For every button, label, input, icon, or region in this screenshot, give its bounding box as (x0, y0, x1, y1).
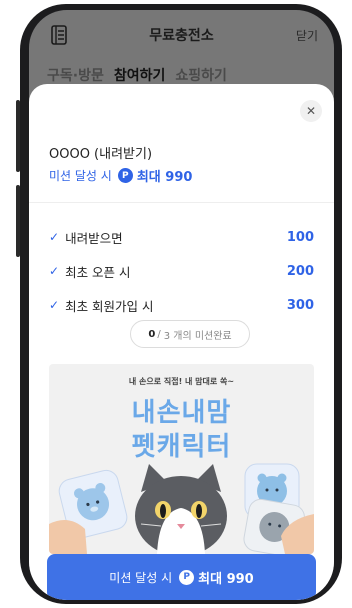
volume-down-button (16, 185, 20, 257)
mission-progress-badge: 0 / 3 개의 미션완료 (130, 320, 250, 348)
reward-prefix: 미션 달성 시 (49, 169, 112, 183)
tab-subscribe-visit[interactable]: 구독·방문 (47, 65, 104, 85)
missions-total-text: 3 개의 미션완료 (163, 330, 232, 342)
app-name: OOOO (내려받기) (49, 147, 153, 162)
check-icon: ✓ (49, 298, 60, 312)
reward-summary: 미션 달성 시 P 최대 990 (49, 166, 192, 185)
tab-participate[interactable]: 참여하기 (114, 65, 166, 85)
mission-label: 최초 회원가입 시 (65, 298, 154, 314)
close-icon[interactable]: ✕ (300, 100, 322, 122)
progress-separator: / (157, 328, 161, 340)
mission-label: 최초 오픈 시 (65, 264, 131, 280)
check-icon: ✓ (49, 230, 60, 244)
mission-list: ✓ 내려받으면 100 ✓ 최초 오픈 시 200 ✓ 최초 회원가입 시 30… (49, 220, 314, 322)
banner-title-line2: 펫캐릭터 (131, 432, 232, 462)
promo-banner: 내 손으로 직접! 내 맘대로 쏙~ 내손내맘 펫캐릭터 (49, 364, 314, 554)
divider (29, 202, 334, 203)
mission-label: 내려받으면 (65, 230, 123, 246)
volume-up-button (16, 100, 20, 172)
check-icon: ✓ (49, 264, 60, 278)
cta-amount: 최대 990 (198, 571, 254, 587)
point-icon: P (117, 168, 133, 183)
mission-cta-button[interactable]: 미션 달성 시 P 최대 990 (47, 554, 316, 600)
tab-shopping[interactable]: 쇼핑하기 (175, 65, 227, 85)
mission-points: 300 (286, 297, 314, 313)
banner-title-line1: 내손내맘 (131, 398, 232, 428)
list-item: ✓ 최초 회원가입 시 300 (49, 288, 314, 322)
list-item: ✓ 최초 오픈 시 200 (49, 254, 314, 288)
point-icon: P (179, 569, 195, 585)
mission-points: 200 (286, 263, 314, 279)
cta-prefix: 미션 달성 시 (109, 570, 173, 585)
screen: 무료충전소 닫기 구독·방문 참여하기 쇼핑하기 ✕ OOOO (내려받기) 미… (29, 10, 334, 600)
mission-points: 100 (286, 229, 314, 245)
missions-done-count: 0 (148, 328, 156, 340)
reward-amount: 최대 990 (136, 170, 193, 185)
app-bar: 무료충전소 닫기 (29, 10, 334, 60)
banner-tagline: 내 손으로 직접! 내 맘대로 쏙~ (128, 377, 235, 386)
list-item: ✓ 내려받으면 100 (49, 220, 314, 254)
list-icon[interactable] (51, 25, 67, 45)
close-button[interactable]: 닫기 (296, 27, 318, 44)
page-title: 무료충전소 (149, 28, 214, 44)
mission-bottom-sheet: ✕ OOOO (내려받기) 미션 달성 시 P 최대 990 ✓ 내려받으면 1… (29, 84, 334, 600)
